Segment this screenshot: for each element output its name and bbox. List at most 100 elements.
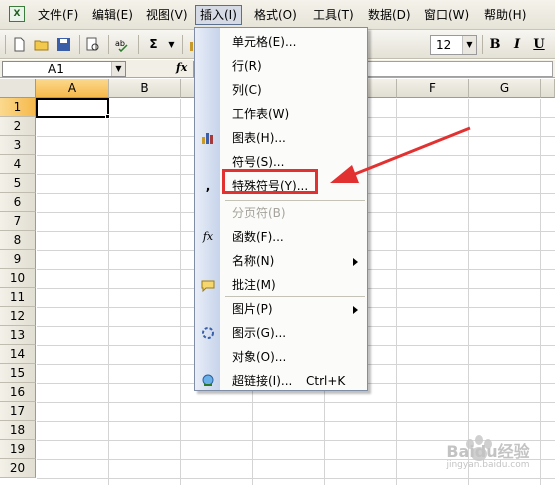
fill-handle[interactable] [105, 114, 110, 119]
diagram-icon [201, 326, 215, 340]
row-header[interactable]: 16 [0, 383, 36, 402]
menu-item-picture[interactable]: 图片(P) [195, 297, 367, 321]
menu-item-label: 函数(F)... [232, 230, 284, 244]
spelling-icon[interactable]: ab [114, 36, 131, 53]
row-header[interactable]: 6 [0, 193, 36, 212]
menu-data[interactable]: 数据(D) [364, 5, 415, 25]
column-header-b[interactable]: B [109, 79, 181, 98]
menu-item-column[interactable]: 列(C) [195, 78, 367, 102]
save-icon[interactable] [55, 36, 72, 53]
row-header[interactable]: 11 [0, 288, 36, 307]
name-box[interactable]: A1 ▼ [2, 61, 126, 77]
column-header-a[interactable]: A [36, 79, 109, 98]
menu-format[interactable]: 格式(O) [250, 5, 301, 25]
italic-button[interactable]: I [508, 36, 526, 54]
menu-item-label: 对象(O)... [232, 350, 287, 364]
row-header[interactable]: 3 [0, 136, 36, 155]
menu-view[interactable]: 视图(V) [142, 5, 192, 25]
menu-item-label: 超链接(I)... [232, 374, 293, 388]
row-header[interactable]: 14 [0, 345, 36, 364]
menu-window[interactable]: 窗口(W) [420, 5, 473, 25]
insert-function-icon[interactable]: fx [176, 61, 190, 77]
row-header[interactable]: 5 [0, 174, 36, 193]
function-icon: fx [202, 230, 214, 243]
toolbar-separator [79, 35, 80, 54]
special-symbol-icon: , [205, 179, 211, 193]
name-box-value: A1 [48, 62, 64, 76]
menu-item-label: 单元格(E)... [232, 35, 297, 49]
hyperlink-icon [201, 374, 215, 388]
annotation-highlight-box [222, 169, 318, 194]
row-header[interactable]: 2 [0, 117, 36, 136]
menu-edit[interactable]: 编辑(E) [88, 5, 137, 25]
menu-tools[interactable]: 工具(T) [309, 5, 358, 25]
row-header[interactable]: 9 [0, 250, 36, 269]
row-header[interactable]: 1 [0, 98, 36, 117]
row-header[interactable]: 15 [0, 364, 36, 383]
menu-item-label: 图示(G)... [232, 326, 287, 340]
chart-icon [201, 131, 215, 145]
print-preview-icon[interactable] [84, 36, 101, 53]
row-header[interactable]: 7 [0, 212, 36, 231]
name-box-dropdown-icon[interactable]: ▼ [111, 62, 125, 76]
autosum-dropdown-icon[interactable]: ▼ [163, 36, 180, 53]
bold-button[interactable]: B [486, 36, 504, 54]
menu-item-label: 名称(N) [232, 254, 275, 268]
autosum-icon[interactable]: Σ [145, 36, 162, 53]
menu-item-comment[interactable]: 批注(M) [195, 273, 367, 297]
column-header-g[interactable]: G [469, 79, 541, 98]
menu-item-label: 分页符(B) [232, 206, 286, 220]
row-header[interactable]: 18 [0, 421, 36, 440]
menu-item-function[interactable]: fx 函数(F)... [195, 225, 367, 249]
column-header-f[interactable]: F [397, 79, 469, 98]
row-header[interactable]: 10 [0, 269, 36, 288]
menu-item-diagram[interactable]: 图示(G)... [195, 321, 367, 345]
row-header[interactable]: 13 [0, 326, 36, 345]
row-header[interactable]: 20 [0, 459, 36, 478]
toolbar-grip[interactable] [5, 35, 6, 54]
menu-bar: X 文件(F) 编辑(E) 视图(V) 插入(I) 格式(O) 工具(T) 数据… [0, 0, 555, 30]
baidu-jingyan-watermark: Baidu经验 jingyan.baidu.com [428, 430, 548, 480]
menu-file[interactable]: 文件(F) [34, 5, 82, 25]
underline-button[interactable]: U [530, 36, 548, 54]
menu-help[interactable]: 帮助(H) [480, 5, 530, 25]
insert-dropdown-menu: 单元格(E)... 行(R) 列(C) 工作表(W) 图表(H)... 符号(S… [194, 27, 368, 391]
watermark-subtext: jingyan.baidu.com [446, 460, 530, 470]
menu-item-shortcut: Ctrl+K [306, 374, 346, 388]
menu-item-worksheet[interactable]: 工作表(W) [195, 102, 367, 126]
row-header[interactable]: 19 [0, 440, 36, 459]
select-all-corner[interactable] [0, 79, 36, 98]
open-folder-icon[interactable] [33, 36, 50, 53]
excel-app-icon[interactable]: X [9, 6, 25, 22]
menu-item-label: 图表(H)... [232, 131, 286, 145]
font-size-dropdown-icon[interactable]: ▼ [462, 36, 476, 54]
new-file-icon[interactable] [11, 36, 28, 53]
toolbar-separator [182, 35, 183, 54]
menu-item-page-break: 分页符(B) [195, 201, 367, 225]
menu-item-label: 图片(P) [232, 302, 273, 316]
row-header[interactable]: 12 [0, 307, 36, 326]
menu-item-chart[interactable]: 图表(H)... [195, 126, 367, 150]
font-size-select[interactable]: 12 ▼ [430, 35, 477, 55]
menu-insert[interactable]: 插入(I) [195, 5, 242, 25]
svg-text:ab: ab [115, 39, 125, 48]
menu-item-row[interactable]: 行(R) [195, 54, 367, 78]
toolbar-separator [108, 35, 109, 54]
row-header[interactable]: 8 [0, 231, 36, 250]
font-size-value: 12 [436, 38, 452, 52]
column-header-h[interactable] [541, 79, 555, 98]
submenu-arrow-icon [353, 306, 358, 314]
menu-item-label: 行(R) [232, 59, 262, 73]
active-cell-a1[interactable] [36, 98, 109, 118]
menu-item-label: 列(C) [232, 83, 262, 97]
menu-item-cells[interactable]: 单元格(E)... [195, 30, 367, 54]
comment-icon [201, 278, 215, 293]
row-header[interactable]: 4 [0, 155, 36, 174]
menu-item-object[interactable]: 对象(O)... [195, 345, 367, 369]
watermark-text: Baidu经验 [446, 442, 530, 461]
menu-item-label: 工作表(W) [232, 107, 290, 121]
menu-item-hyperlink[interactable]: 超链接(I)... Ctrl+K [195, 369, 367, 393]
row-header[interactable]: 17 [0, 402, 36, 421]
toolbar-separator [138, 35, 139, 54]
menu-item-name[interactable]: 名称(N) [195, 249, 367, 273]
